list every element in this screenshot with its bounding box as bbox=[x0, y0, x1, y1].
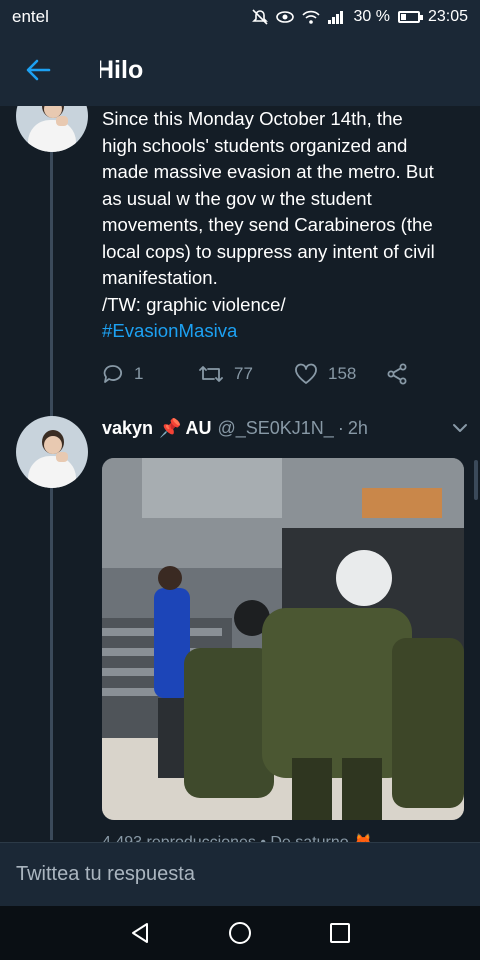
tweet-line: high schools' students organized and bbox=[102, 134, 408, 156]
tweet-line: /TW: graphic violence/ bbox=[102, 293, 286, 315]
reply-button[interactable]: 1 bbox=[102, 363, 198, 385]
nav-back-button[interactable] bbox=[120, 913, 160, 953]
circle-home-icon bbox=[229, 922, 251, 944]
status-right: 30 % 23:05 bbox=[251, 8, 468, 26]
video-thumbnail bbox=[102, 458, 464, 820]
battery-icon bbox=[397, 11, 423, 23]
page-title: Hilo bbox=[96, 55, 144, 84]
tweet-line: as usual w the gov w the student bbox=[102, 187, 372, 209]
share-icon bbox=[387, 363, 407, 385]
back-button-overlay[interactable] bbox=[0, 34, 76, 106]
eye-icon bbox=[276, 11, 295, 23]
wifi-icon bbox=[302, 10, 321, 24]
tweet-time: 2h bbox=[347, 417, 368, 438]
tweet-line: manifestation. bbox=[102, 267, 218, 288]
share-button[interactable] bbox=[386, 363, 408, 385]
carrier-label: entel bbox=[12, 7, 49, 26]
retweet-icon bbox=[199, 366, 223, 382]
triangle-back-icon bbox=[132, 923, 148, 943]
reply-count: 1 bbox=[134, 364, 144, 383]
tweet-text: Since this Monday October 14th, the high… bbox=[102, 106, 468, 345]
tweet-header: vakyn 📌 AU @_SE0KJ1N_ · 2h bbox=[102, 414, 470, 442]
nav-home-button[interactable] bbox=[220, 913, 260, 953]
tweet-line: movements, they send Carabineros (the bbox=[102, 214, 433, 235]
display-name[interactable]: vakyn bbox=[102, 418, 153, 439]
retweet-button[interactable]: 77 bbox=[198, 363, 294, 385]
arrow-left-icon bbox=[26, 59, 51, 81]
signal-icon bbox=[328, 11, 344, 24]
chevron-down-icon[interactable] bbox=[450, 414, 470, 442]
mute-icon bbox=[252, 9, 269, 25]
reply-icon bbox=[103, 365, 122, 383]
heart-icon bbox=[295, 363, 317, 384]
retweet-count: 77 bbox=[234, 364, 253, 383]
scrollbar[interactable] bbox=[474, 460, 478, 500]
like-count: 158 bbox=[328, 364, 357, 383]
tweet-media-video[interactable] bbox=[102, 458, 464, 820]
reply-bar bbox=[0, 842, 480, 906]
tweet-line: local cops) to suppress any intent of ci… bbox=[102, 240, 435, 262]
tweet-line: Since this Monday October 14th, the bbox=[102, 108, 403, 129]
square-recents-icon bbox=[330, 923, 350, 943]
pin-emoji: 📌 bbox=[159, 417, 182, 438]
battery-percent: 30 % bbox=[353, 8, 390, 25]
thread-line bbox=[50, 150, 53, 840]
handle[interactable]: @_SE0KJ1N_ bbox=[217, 418, 333, 439]
status-icons bbox=[251, 8, 345, 26]
clock: 23:05 bbox=[427, 8, 468, 25]
hashtag-link[interactable]: #EvasionMasiva bbox=[102, 318, 468, 345]
like-button[interactable]: 158 bbox=[294, 363, 386, 385]
tweet-actions: 1 77 158 bbox=[102, 358, 432, 390]
reply-input[interactable] bbox=[16, 863, 456, 886]
avatar[interactable] bbox=[16, 416, 88, 488]
system-nav-bar bbox=[0, 906, 480, 960]
tweet-line: made massive evasion at the metro. But bbox=[102, 161, 434, 182]
nav-recents-button[interactable] bbox=[320, 913, 360, 953]
separator: · bbox=[337, 417, 344, 438]
status-bar: entel 30 % 23:05 bbox=[0, 0, 480, 34]
display-name-suffix: AU bbox=[185, 417, 212, 438]
